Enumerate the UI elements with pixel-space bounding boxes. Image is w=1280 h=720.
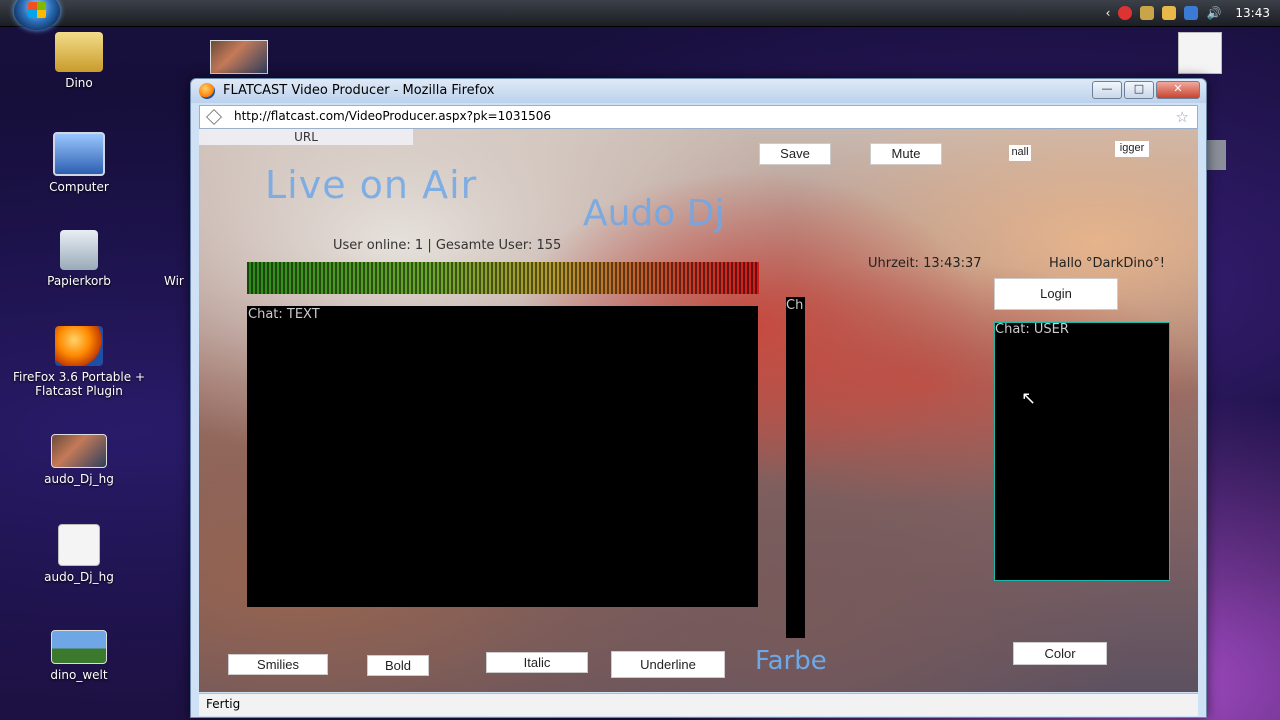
server-time: Uhrzeit: 13:43:37 (868, 256, 982, 271)
address-url[interactable]: http://flatcast.com/VideoProducer.aspx?p… (234, 109, 551, 123)
mouse-cursor-icon: ↖ (1021, 388, 1037, 409)
chat-middle-label: Ch (786, 298, 804, 313)
desktop-thumbnail-icon[interactable] (210, 40, 268, 74)
start-button[interactable] (14, 0, 60, 30)
window-titlebar[interactable]: FLATCAST Video Producer - Mozilla Firefo… (191, 79, 1206, 103)
close-icon[interactable]: ✕ (1156, 81, 1200, 99)
taskbar-clock[interactable]: 13:43 (1235, 6, 1270, 20)
desktop-icon-label: Dino (65, 76, 93, 90)
smaller-button[interactable]: nall (1009, 145, 1031, 161)
desktop-icon-audo-dj-file[interactable]: audo_Dj_hg (24, 524, 134, 584)
desktop-document-icon[interactable] (1178, 32, 1222, 74)
monitor-tray-icon[interactable] (1184, 6, 1199, 20)
security-alert-icon[interactable] (1118, 6, 1133, 20)
flag-tray-icon[interactable] (1162, 6, 1177, 20)
desktop-icon-label: Computer (49, 180, 109, 194)
audio-level-meter (247, 262, 759, 294)
desktop-icon-label: audo_Dj_hg (44, 472, 114, 486)
desktop-icon-label: dino_welt (50, 668, 108, 682)
desktop-icon-dino-welt[interactable]: dino_welt (24, 630, 134, 682)
document-icon (58, 524, 100, 566)
chat-text-box[interactable] (247, 306, 758, 607)
firefox-icon (199, 83, 215, 99)
taskbar: ‹ 🔊 13:43 (0, 0, 1280, 30)
desktop-icon-computer[interactable]: Computer (24, 132, 134, 194)
desktop-icon-label: audo_Dj_hg (44, 570, 114, 584)
italic-button[interactable]: Italic (486, 652, 588, 673)
color-button[interactable]: Color (1013, 642, 1107, 665)
address-bar[interactable]: http://flatcast.com/VideoProducer.aspx?p… (199, 105, 1198, 129)
firefox-icon (55, 326, 103, 366)
firefox-window: FLATCAST Video Producer - Mozilla Firefo… (190, 78, 1207, 718)
network-tray-icon[interactable] (1140, 6, 1155, 20)
minimize-icon[interactable]: — (1092, 81, 1122, 99)
chat-text-label: Chat: TEXT (248, 307, 320, 322)
bookmark-star-icon[interactable]: ☆ (1176, 108, 1189, 126)
live-on-air-title: Live on Air (265, 163, 478, 207)
bigger-button[interactable]: igger (1115, 141, 1149, 157)
dj-name: Audo Dj (583, 193, 725, 234)
mute-button[interactable]: Mute (870, 143, 942, 165)
chat-user-box[interactable] (994, 322, 1170, 581)
site-identity-icon[interactable] (206, 109, 222, 125)
desktop-icon-recycle-bin[interactable]: Papierkorb (24, 230, 134, 288)
status-text: Fertig (206, 697, 241, 711)
greeting: Hallo °DarkDino°! (1049, 256, 1165, 271)
desktop-icon-label: Papierkorb (47, 274, 111, 288)
desktop-icon-label: FireFox 3.6 Portable + Flatcast Plugin (12, 370, 146, 398)
folder-icon (55, 32, 103, 72)
smilies-button[interactable]: Smilies (228, 654, 328, 675)
windows-logo-icon (28, 2, 46, 18)
window-title: FLATCAST Video Producer - Mozilla Firefo… (223, 83, 495, 98)
maximize-icon[interactable]: □ (1124, 81, 1154, 99)
color-label: Farbe (755, 646, 827, 676)
window-controls: — □ ✕ (1092, 81, 1200, 99)
desktop-icon-firefox-portable[interactable]: FireFox 3.6 Portable + Flatcast Plugin (4, 326, 154, 398)
status-bar: Fertig (199, 693, 1198, 716)
bold-button[interactable]: Bold (367, 655, 429, 676)
chat-middle-panel[interactable] (786, 297, 805, 638)
show-hidden-icons-icon[interactable]: ‹ (1106, 6, 1111, 20)
volume-icon[interactable]: 🔊 (1206, 6, 1221, 20)
underline-button[interactable]: Underline (611, 651, 725, 678)
page-content: URL Save Mute nall igger Live on Air Aud… (199, 129, 1198, 692)
desktop-icon-dino[interactable]: Dino (24, 32, 134, 90)
user-stats: User online: 1 | Gesamte User: 155 (333, 238, 562, 253)
computer-icon (53, 132, 105, 176)
url-tab[interactable]: URL (199, 129, 413, 145)
save-button[interactable]: Save (759, 143, 831, 165)
chat-user-label: Chat: USER (995, 322, 1069, 337)
system-tray: ‹ 🔊 13:43 (1106, 0, 1270, 26)
desktop-partial-icon[interactable] (1204, 140, 1226, 170)
image-thumbnail-icon (51, 630, 107, 664)
image-thumbnail-icon (51, 434, 107, 468)
recycle-bin-icon (60, 230, 98, 270)
desktop-icon-audo-dj-image[interactable]: audo_Dj_hg (24, 434, 134, 486)
login-button[interactable]: Login (994, 278, 1118, 310)
